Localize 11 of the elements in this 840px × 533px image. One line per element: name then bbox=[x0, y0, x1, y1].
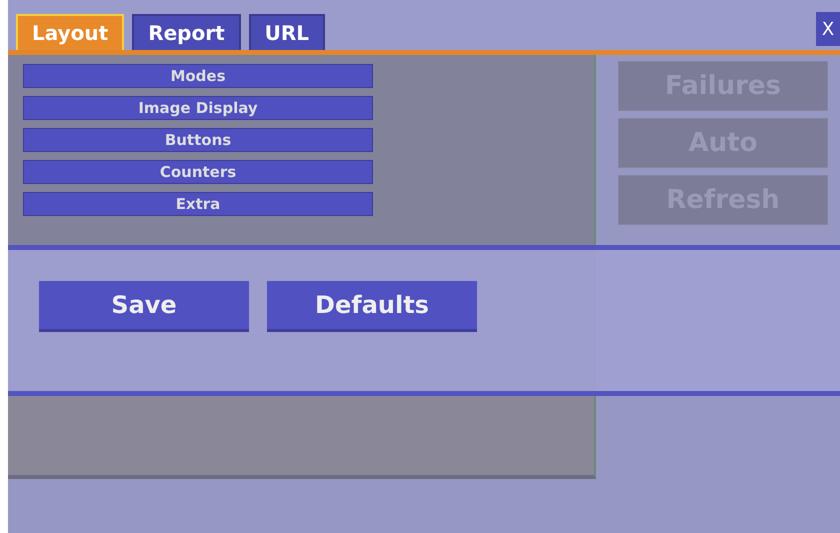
menu-item[interactable]: Image Display bbox=[23, 96, 373, 120]
close-button[interactable]: X bbox=[816, 12, 840, 46]
tab[interactable]: Layout bbox=[16, 14, 124, 50]
tab[interactable]: Report bbox=[132, 14, 241, 50]
menu-item[interactable]: Counters bbox=[23, 160, 373, 184]
menu-item[interactable]: Buttons bbox=[23, 128, 373, 152]
action-button[interactable]: Save bbox=[39, 281, 249, 332]
menu-item[interactable]: Modes bbox=[23, 64, 373, 88]
menu-item[interactable]: Extra bbox=[23, 192, 373, 216]
action-button[interactable]: Defaults bbox=[267, 281, 477, 332]
tab[interactable]: URL bbox=[248, 14, 326, 50]
